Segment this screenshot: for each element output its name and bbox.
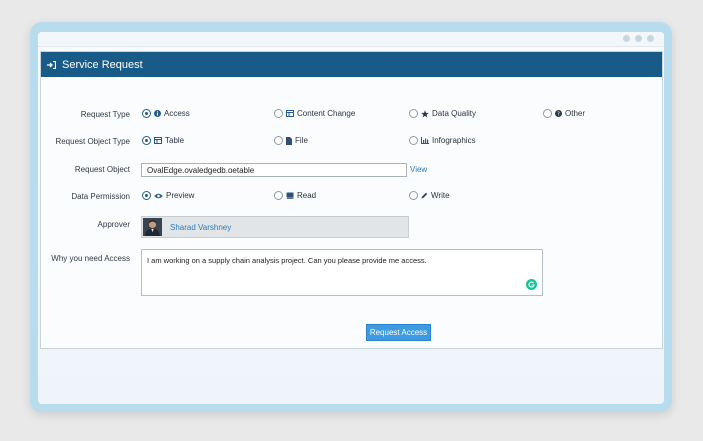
reason-label: Why you need Access — [51, 254, 130, 263]
avatar — [143, 218, 162, 236]
app-frame: Service Request Request Type Access Cont… — [30, 22, 672, 412]
eye-icon — [154, 193, 163, 199]
reason-textarea[interactable]: I am working on a supply chain analysis … — [141, 249, 543, 296]
request-access-button[interactable]: Request Access — [366, 324, 431, 341]
option-label: File — [295, 136, 308, 145]
option-label: Read — [297, 191, 317, 200]
object-type-file-option[interactable]: File — [274, 136, 308, 145]
option-label: Content Change — [297, 109, 356, 118]
permission-preview-option[interactable]: Preview — [142, 191, 194, 200]
request-object-type-label: Request Object Type — [55, 137, 130, 146]
browser-window: Service Request Request Type Access Cont… — [38, 32, 664, 404]
permission-read-option[interactable]: Read — [274, 191, 316, 200]
request-object-input[interactable]: OvalEdge.ovaledgedb.oetable — [141, 163, 407, 177]
radio[interactable] — [409, 109, 418, 118]
sign-in-icon — [47, 60, 56, 69]
option-label: Other — [565, 109, 586, 118]
object-type-infographics-option[interactable]: Infographics — [409, 136, 476, 145]
radio[interactable] — [409, 191, 418, 200]
table-icon — [286, 110, 294, 117]
radio-selected[interactable] — [142, 136, 151, 145]
window-controls — [623, 35, 654, 42]
option-label: Access — [164, 109, 190, 118]
radio-selected[interactable] — [142, 191, 151, 200]
request-type-label: Request Type — [80, 110, 130, 119]
option-label: Table — [165, 136, 185, 145]
option-label: Infographics — [432, 136, 476, 145]
bar-chart-icon — [421, 137, 429, 144]
radio[interactable] — [543, 109, 552, 118]
grammarly-icon[interactable] — [526, 279, 537, 290]
star-icon — [421, 109, 429, 118]
data-permission-label: Data Permission — [71, 192, 130, 201]
option-label: Data Quality — [432, 109, 477, 118]
book-icon — [286, 192, 294, 199]
question-icon: ? — [555, 110, 562, 117]
window-dot[interactable] — [623, 35, 630, 42]
window-dot[interactable] — [647, 35, 654, 42]
radio-selected[interactable] — [142, 109, 151, 118]
view-link[interactable]: View — [410, 165, 427, 174]
panel-title: Service Request — [62, 58, 143, 71]
service-request-panel: Service Request Request Type Access Cont… — [40, 51, 663, 349]
option-label: Write — [431, 191, 450, 200]
reason-text: I am working on a supply chain analysis … — [147, 256, 427, 265]
object-type-table-option[interactable]: Table — [142, 136, 184, 145]
panel-header: Service Request — [41, 52, 662, 77]
file-icon — [286, 136, 292, 145]
request-type-other-option[interactable]: ? Other — [543, 109, 585, 118]
window-dot[interactable] — [635, 35, 642, 42]
radio[interactable] — [274, 191, 283, 200]
approver-chip[interactable]: Sharad Varshney — [141, 216, 409, 238]
radio[interactable] — [409, 136, 418, 145]
request-type-content-change-option[interactable]: Content Change — [274, 109, 355, 118]
radio[interactable] — [274, 136, 283, 145]
pencil-icon — [421, 192, 428, 199]
approver-label: Approver — [97, 220, 130, 229]
radio[interactable] — [274, 109, 283, 118]
request-type-access-option[interactable]: Access — [142, 109, 190, 118]
info-icon — [154, 110, 161, 117]
permission-write-option[interactable]: Write — [409, 191, 450, 200]
approver-name[interactable]: Sharad Varshney — [170, 223, 231, 232]
request-type-data-quality-option[interactable]: Data Quality — [409, 109, 476, 118]
request-object-label: Request Object — [74, 165, 130, 174]
svg-text:?: ? — [557, 112, 560, 117]
option-label: Preview — [166, 191, 195, 200]
table-icon — [154, 137, 162, 144]
window-titlebar — [38, 32, 664, 47]
